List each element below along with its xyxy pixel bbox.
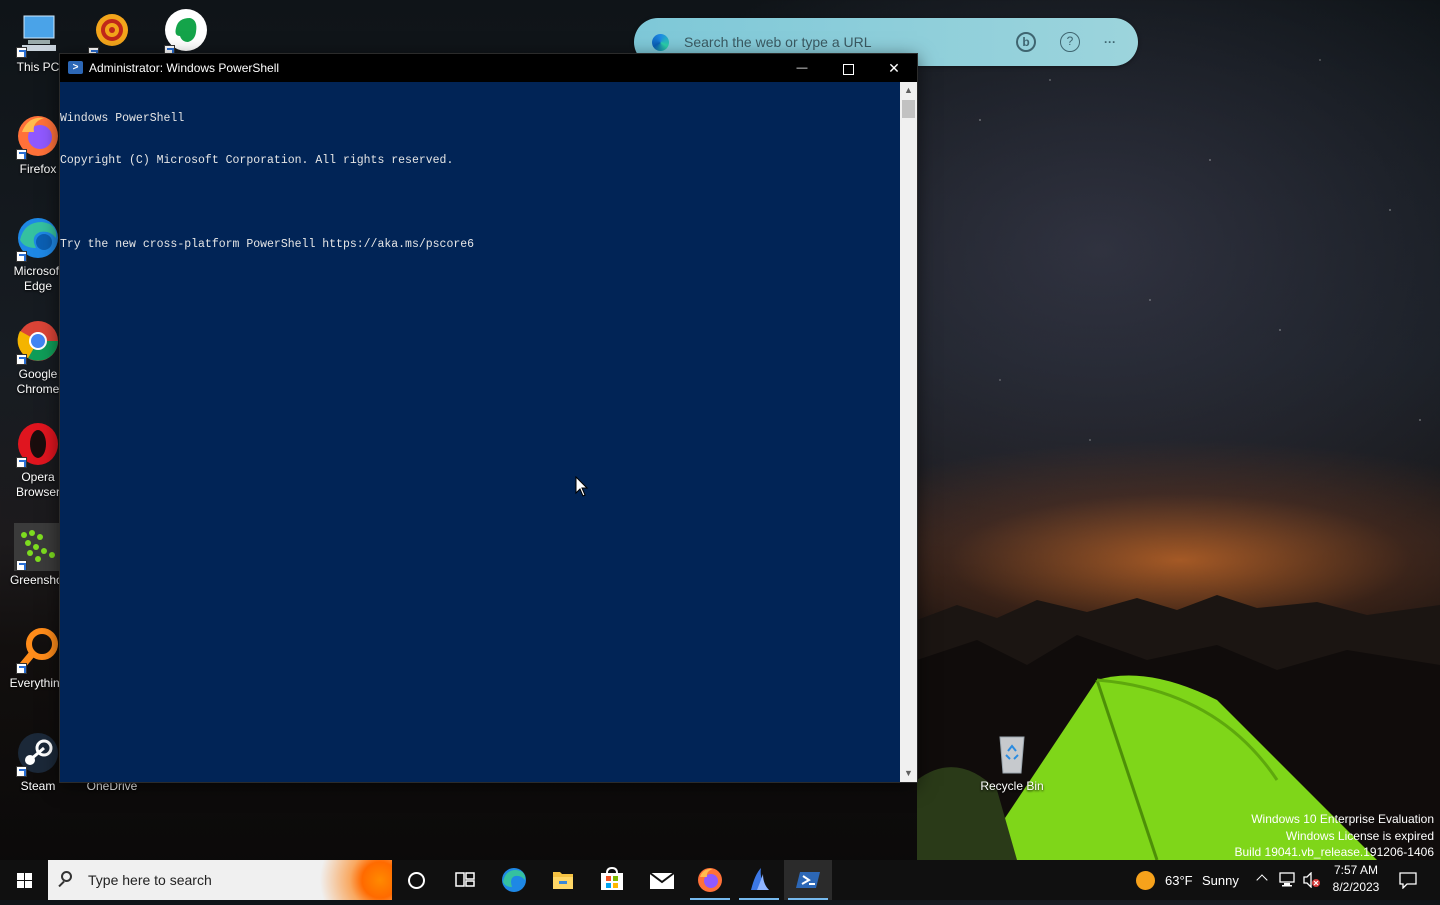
taskbar: Type here to search 63°F Sunny 7:57 AM 8…	[0, 860, 1440, 900]
chrome-icon	[14, 317, 62, 365]
cortana-button[interactable]	[392, 860, 440, 900]
scrollbar-thumb[interactable]	[902, 100, 915, 118]
app-swirl-icon	[86, 10, 134, 58]
network-icon[interactable]	[1278, 872, 1296, 888]
window-title: Administrator: Windows PowerShell	[89, 61, 280, 75]
shortcut-arrow-icon	[16, 663, 27, 674]
edge-search-placeholder: Search the web or type a URL	[684, 34, 872, 50]
sail-app-icon	[751, 868, 769, 890]
vertical-scrollbar[interactable]: ▲ ▼	[900, 82, 917, 782]
console-output[interactable]: Windows PowerShell Copyright (C) Microso…	[60, 84, 900, 780]
edge-icon	[502, 868, 526, 892]
taskbar-powershell[interactable]	[784, 860, 832, 900]
task-view-icon	[455, 872, 475, 887]
watermark-edition: Windows 10 Enterprise Evaluation	[1251, 812, 1434, 826]
windows-activation-watermark: Windows 10 Enterprise Evaluation Windows…	[1235, 811, 1435, 861]
everything-search-icon	[14, 626, 62, 674]
taskbar-app-sail[interactable]	[735, 860, 783, 900]
evernote-elephant-icon	[162, 8, 210, 56]
mouse-pointer-icon	[575, 476, 589, 497]
taskbar-file-explorer[interactable]	[539, 860, 587, 900]
show-hidden-icons-chevron-icon[interactable]	[1256, 874, 1268, 886]
taskbar-search-placeholder: Type here to search	[88, 872, 212, 888]
taskbar-edge[interactable]	[490, 860, 538, 900]
firefox-icon	[14, 112, 62, 160]
taskbar-search-box[interactable]: Type here to search	[48, 860, 392, 900]
desktop-icon-recycle-bin[interactable]: Recycle Bin	[974, 729, 1050, 794]
console-line: Windows PowerShell	[60, 112, 185, 125]
maximize-button[interactable]	[825, 54, 871, 82]
task-view-button[interactable]	[440, 860, 488, 900]
firefox-icon	[698, 868, 722, 892]
cortana-circle-icon	[408, 872, 425, 889]
weather-sun-icon[interactable]	[1136, 871, 1155, 890]
system-clock[interactable]: 7:57 AM 8/2/2023	[1322, 862, 1390, 896]
folder-icon	[553, 872, 573, 889]
mail-envelope-icon	[649, 872, 675, 889]
search-highlight-graphic	[312, 860, 392, 900]
search-icon	[61, 871, 72, 882]
powershell-icon	[796, 872, 820, 888]
console-line: Copyright (C) Microsoft Corporation. All…	[60, 154, 454, 167]
taskbar-mail[interactable]	[637, 860, 685, 900]
close-button[interactable]: ✕	[871, 54, 917, 82]
minimize-button[interactable]: —	[779, 54, 825, 82]
maximize-icon	[842, 63, 854, 75]
scroll-down-icon[interactable]: ▼	[900, 765, 917, 782]
steam-icon	[14, 729, 62, 777]
clock-date: 8/2/2023	[1332, 880, 1380, 894]
volume-muted-icon[interactable]	[1302, 872, 1322, 888]
shortcut-arrow-icon	[16, 47, 27, 58]
greenshot-icon	[14, 523, 62, 571]
shortcut-arrow-icon	[16, 354, 27, 365]
window-titlebar[interactable]: > Administrator: Windows PowerShell — ✕	[60, 54, 917, 82]
desktop-icon-label: Recycle Bin	[980, 779, 1044, 793]
edge-logo-icon	[652, 34, 669, 51]
watermark-build: Build 19041.vb_release.191206-1406	[1234, 845, 1435, 859]
shortcut-arrow-icon	[16, 560, 27, 571]
recycle-bin-icon	[988, 729, 1036, 777]
start-button[interactable]	[0, 860, 48, 900]
store-bag-icon	[601, 866, 623, 890]
edge-icon	[14, 214, 62, 262]
shortcut-arrow-icon	[16, 457, 27, 468]
shortcut-arrow-icon	[16, 251, 27, 262]
more-options-icon[interactable]: ···	[1100, 32, 1120, 52]
desktop-icon-label: Greenshot	[9, 573, 67, 587]
weather-temperature[interactable]: 63°F	[1165, 873, 1193, 888]
console-line: Try the new cross-platform PowerShell ht…	[60, 238, 475, 251]
scroll-up-icon[interactable]: ▲	[900, 82, 917, 99]
weather-description[interactable]: Sunny	[1202, 873, 1239, 888]
desktop-icon-evernote[interactable]	[148, 8, 224, 58]
notification-center-icon[interactable]	[1398, 871, 1418, 889]
watermark-license: Windows License is expired	[1285, 828, 1434, 843]
computer-icon	[14, 10, 62, 58]
desktop-icon-label: Everything	[9, 676, 67, 690]
powershell-icon: >	[68, 61, 83, 74]
desktop-icon-app-2[interactable]	[72, 10, 148, 60]
opera-icon	[14, 420, 62, 468]
clock-time: 7:57 AM	[1333, 863, 1379, 877]
shortcut-arrow-icon	[16, 149, 27, 160]
taskbar-microsoft-store[interactable]	[588, 860, 636, 900]
help-icon[interactable]: ?	[1060, 32, 1080, 52]
powershell-window[interactable]: > Administrator: Windows PowerShell — ✕ …	[60, 54, 917, 782]
shortcut-arrow-icon	[16, 766, 27, 777]
taskbar-firefox[interactable]	[686, 860, 734, 900]
bing-icon[interactable]: b	[1016, 32, 1036, 52]
